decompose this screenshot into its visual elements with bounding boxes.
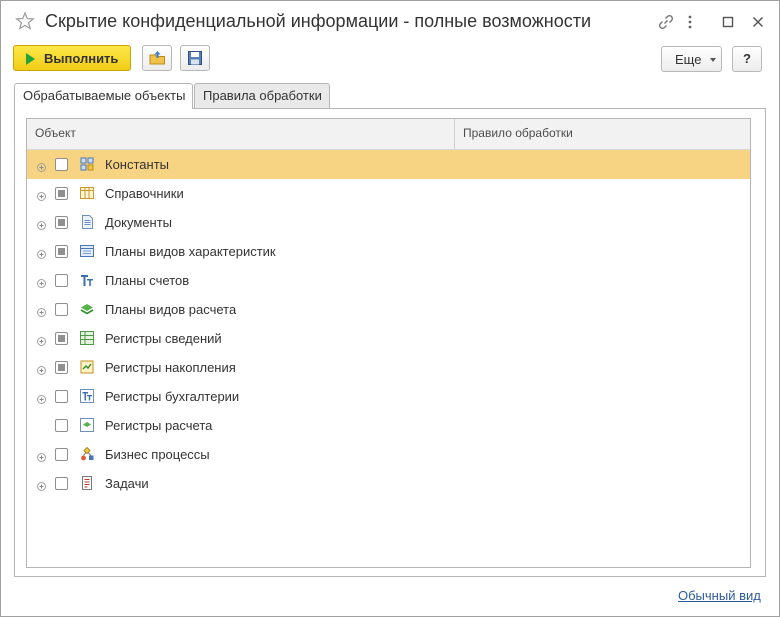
save-settings-button[interactable] <box>180 45 210 71</box>
row-checkbox[interactable] <box>55 303 68 316</box>
row-checkbox[interactable] <box>55 158 68 171</box>
table-row[interactable]: Регистры расчета <box>27 411 750 440</box>
table-row[interactable]: Справочники <box>27 179 750 208</box>
table-row[interactable]: Планы видов расчета <box>27 295 750 324</box>
calculation-types-icon <box>80 302 94 316</box>
row-checkbox[interactable] <box>55 419 68 432</box>
row-label: Планы видов расчета <box>105 302 237 317</box>
table-row[interactable]: Задачи <box>27 469 750 498</box>
row-checkbox[interactable] <box>55 187 68 200</box>
row-label: Регистры накопления <box>105 360 236 375</box>
table-row[interactable]: Планы счетов <box>27 266 750 295</box>
expand-icon[interactable] <box>37 479 46 491</box>
maximize-icon[interactable] <box>719 13 737 31</box>
close-icon[interactable] <box>749 13 767 31</box>
table-header: Объект Правило обработки <box>27 119 750 150</box>
save-icon <box>188 51 202 65</box>
command-bar: Выполнить Еще ? <box>1 45 779 73</box>
table-row[interactable]: Регистры сведений <box>27 324 750 353</box>
objects-tree-table[interactable]: Объект Правило обработки Константы Справо… <box>26 118 751 568</box>
window-title: Скрытие конфиденциальной информации - по… <box>45 11 592 31</box>
row-label: Бизнес процессы <box>105 447 210 462</box>
title-bar: Скрытие конфиденциальной информации - по… <box>1 1 779 41</box>
row-checkbox[interactable] <box>55 390 68 403</box>
table-row[interactable]: Планы видов характеристик <box>27 237 750 266</box>
more-button-label: Еще <box>675 52 702 67</box>
expand-icon[interactable] <box>37 392 46 404</box>
row-label: Планы счетов <box>105 273 190 288</box>
table-body: Константы Справочники Документы Планы видов… <box>27 150 750 498</box>
run-button-label: Выполнить <box>44 51 119 66</box>
expand-icon[interactable] <box>37 218 46 230</box>
row-label: Константы <box>105 157 169 172</box>
business-processes-icon <box>80 446 94 461</box>
table-row[interactable]: Документы <box>27 208 750 237</box>
play-icon <box>26 53 35 65</box>
row-label: Регистры расчета <box>105 418 213 433</box>
favorite-star-icon[interactable] <box>15 11 35 31</box>
row-label: Планы видов характеристик <box>105 244 276 259</box>
constants-icon <box>80 157 94 171</box>
row-label: Регистры бухгалтерии <box>105 389 240 404</box>
column-header-object[interactable]: Объект <box>27 119 455 149</box>
row-label: Справочники <box>105 186 184 201</box>
chevron-down-icon <box>710 58 716 62</box>
run-button[interactable]: Выполнить <box>13 45 131 71</box>
expand-icon[interactable] <box>37 276 46 288</box>
characteristic-types-icon <box>80 244 94 258</box>
checkbox-indeterminate-mark <box>58 219 65 226</box>
table-row[interactable]: Бизнес процессы <box>27 440 750 469</box>
table-row[interactable]: Регистры бухгалтерии <box>27 382 750 411</box>
expand-icon[interactable] <box>37 334 46 346</box>
more-actions-icon[interactable] <box>681 13 699 31</box>
table-row[interactable]: Константы <box>27 150 750 179</box>
row-checkbox[interactable] <box>55 216 68 229</box>
tasks-icon <box>80 476 94 490</box>
expand-icon[interactable] <box>37 160 46 172</box>
chart-of-accounts-icon <box>80 273 94 287</box>
row-checkbox[interactable] <box>55 477 68 490</box>
documents-icon <box>80 215 94 229</box>
expand-icon[interactable] <box>37 189 46 201</box>
form-window: Скрытие конфиденциальной информации - по… <box>0 0 780 617</box>
row-checkbox[interactable] <box>55 245 68 258</box>
tab-processed-objects[interactable]: Обрабатываемые объекты <box>14 83 193 109</box>
column-header-rule[interactable]: Правило обработки <box>455 119 750 149</box>
checkbox-indeterminate-mark <box>58 364 65 371</box>
expand-icon[interactable] <box>37 363 46 375</box>
row-checkbox[interactable] <box>55 274 68 287</box>
row-label: Документы <box>105 215 173 230</box>
folder-upload-icon <box>149 51 165 65</box>
normal-view-link[interactable]: Обычный вид <box>678 588 761 603</box>
expand-icon[interactable] <box>37 247 46 259</box>
accounting-registers-icon <box>80 389 94 403</box>
row-checkbox[interactable] <box>55 448 68 461</box>
tab-processing-rules[interactable]: Правила обработки <box>194 83 330 108</box>
link-icon[interactable] <box>657 13 675 31</box>
upload-settings-button[interactable] <box>142 45 172 71</box>
expand-icon[interactable] <box>37 305 46 317</box>
checkbox-indeterminate-mark <box>58 248 65 255</box>
help-button[interactable]: ? <box>732 46 762 72</box>
expand-icon[interactable] <box>37 450 46 462</box>
more-button[interactable]: Еще <box>661 46 722 72</box>
row-checkbox[interactable] <box>55 332 68 345</box>
calculation-registers-icon <box>80 418 94 432</box>
accumulation-registers-icon <box>80 360 94 374</box>
checkbox-indeterminate-mark <box>58 335 65 342</box>
checkbox-indeterminate-mark <box>58 190 65 197</box>
table-row[interactable]: Регистры накопления <box>27 353 750 382</box>
row-label: Регистры сведений <box>105 331 222 346</box>
catalogs-icon <box>80 186 94 200</box>
row-label: Задачи <box>105 476 149 491</box>
row-checkbox[interactable] <box>55 361 68 374</box>
information-registers-icon <box>80 331 94 345</box>
tab-panel: Объект Правило обработки Константы Справо… <box>14 108 766 577</box>
